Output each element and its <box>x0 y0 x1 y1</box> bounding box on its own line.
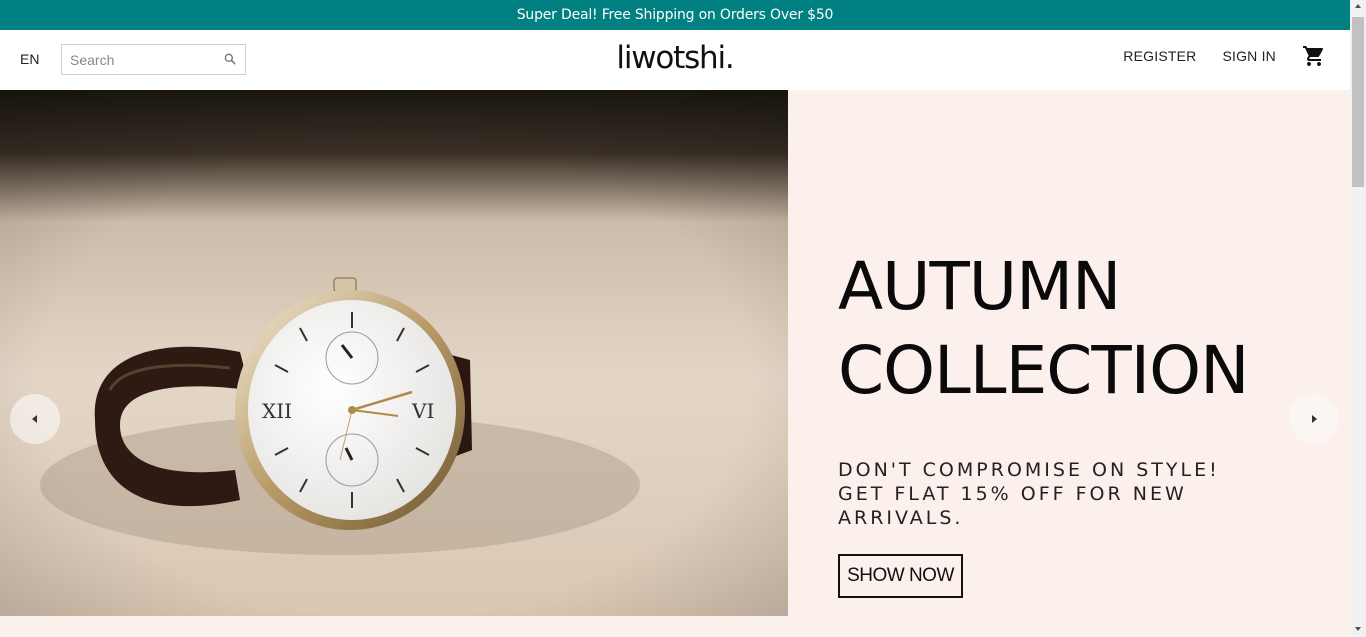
scroll-up-icon[interactable] <box>1354 3 1362 9</box>
shopping-cart-icon[interactable] <box>1302 44 1326 68</box>
hero-description: DON'T COMPROMISE ON STYLE! GET FLAT 15% … <box>838 459 1220 529</box>
arrow-left-icon <box>32 415 37 423</box>
search-icon[interactable] <box>223 52 237 66</box>
scroll-down-icon[interactable] <box>1354 626 1362 632</box>
hero-title-line-1: AUTUMN <box>838 248 1121 325</box>
slider-next-button[interactable] <box>1289 394 1339 444</box>
hero-text-block: AUTUMN COLLECTION DON'T COMPROMISE ON ST… <box>838 245 1318 530</box>
nav-right: REGISTER SIGN IN <box>1097 44 1326 68</box>
arrow-right-icon <box>1312 415 1317 423</box>
hero-slider: XII VI AUTUMN COLLECTION DON'T COMPROMIS… <box>0 90 1350 616</box>
svg-text:XII: XII <box>262 399 292 423</box>
register-link[interactable]: REGISTER <box>1123 48 1196 64</box>
hero-title-line-2: COLLECTION <box>838 332 1249 409</box>
language-selector[interactable]: EN <box>20 51 39 67</box>
brand-logo[interactable]: liwotshi. <box>616 40 734 76</box>
sign-in-link[interactable]: SIGN IN <box>1222 48 1276 64</box>
watch-photo: XII VI <box>0 90 788 616</box>
page-scrollbar[interactable] <box>1350 0 1366 637</box>
svg-text:VI: VI <box>411 399 434 423</box>
navbar: EN liwotshi. REGISTER SIGN IN <box>0 30 1350 90</box>
slider-prev-button[interactable] <box>10 394 60 444</box>
announcement-bar: Super Deal! Free Shipping on Orders Over… <box>0 0 1350 30</box>
show-now-button[interactable]: SHOW NOW <box>838 554 963 598</box>
hero-title: AUTUMN COLLECTION <box>838 245 1318 413</box>
announcement-text: Super Deal! Free Shipping on Orders Over… <box>516 7 834 23</box>
search-input[interactable] <box>68 50 222 69</box>
search-box[interactable] <box>61 44 246 75</box>
next-section <box>0 616 1350 637</box>
hero-image: XII VI <box>0 90 788 616</box>
scrollbar-thumb[interactable] <box>1352 17 1364 187</box>
